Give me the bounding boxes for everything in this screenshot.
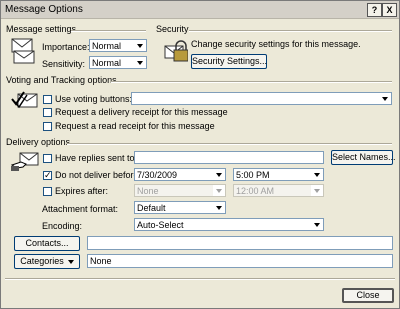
chevron-down-icon xyxy=(311,185,323,196)
voting-divider xyxy=(111,81,392,83)
delivery-divider xyxy=(67,143,392,145)
replies-checkbox[interactable] xyxy=(43,154,52,163)
attachment-format-value: Default xyxy=(137,203,166,213)
expires-date-value: None xyxy=(137,186,159,196)
padlock-envelope-icon xyxy=(164,37,189,63)
categories-value: None xyxy=(90,256,112,266)
voting-buttons-select[interactable] xyxy=(131,92,392,105)
categories-button[interactable]: Categories xyxy=(14,254,80,269)
read-receipt-label: Request a read receipt for this message xyxy=(55,121,215,131)
security-heading: Security xyxy=(156,24,189,34)
deliver-date-select[interactable]: 7/30/2009 xyxy=(134,168,226,181)
delivery-receipt-checkbox[interactable] xyxy=(43,108,52,117)
deliver-time-value: 5:00 PM xyxy=(236,170,270,180)
envelope-hand-icon xyxy=(10,151,39,173)
deliver-time-select[interactable]: 5:00 PM xyxy=(233,168,324,181)
importance-select[interactable]: Normal xyxy=(89,39,147,52)
chevron-down-icon xyxy=(134,40,146,51)
footer-divider xyxy=(5,278,395,280)
sensitivity-value: Normal xyxy=(92,58,122,68)
chevron-down-icon xyxy=(213,185,225,196)
chevron-down-icon xyxy=(213,202,225,213)
categories-button-label: Categories xyxy=(20,256,64,266)
expires-date-select[interactable]: None xyxy=(134,184,226,197)
message-options-dialog: Message Options ? X Message settings Imp… xyxy=(0,0,400,309)
contacts-input[interactable] xyxy=(87,236,393,250)
encoding-value: Auto-Select xyxy=(137,220,184,230)
read-receipt-checkbox[interactable] xyxy=(43,122,52,131)
envelope-stack-icon xyxy=(10,36,36,66)
sensitivity-select[interactable]: Normal xyxy=(89,56,147,69)
do-not-deliver-label: Do not deliver before: xyxy=(55,170,142,180)
chevron-down-icon xyxy=(311,169,323,180)
use-voting-checkbox[interactable] xyxy=(43,95,52,104)
delivery-receipt-label: Request a delivery receipt for this mess… xyxy=(55,107,228,117)
encoding-label: Encoding: xyxy=(42,221,83,231)
chevron-down-icon xyxy=(134,57,146,68)
close-button[interactable]: Close xyxy=(342,288,394,303)
title-bar: Message Options ? X xyxy=(1,1,399,19)
close-window-button[interactable]: X xyxy=(382,3,397,17)
expires-time-value: 12:00 AM xyxy=(236,186,275,196)
chevron-down-icon xyxy=(213,169,225,180)
message-settings-divider xyxy=(71,30,146,32)
attachment-format-select[interactable]: Default xyxy=(134,201,226,214)
attachment-format-label: Attachment format: xyxy=(42,204,119,214)
chevron-down-icon xyxy=(67,259,74,264)
checkmark-envelope-icon xyxy=(11,89,39,111)
importance-value: Normal xyxy=(92,41,122,51)
security-settings-button[interactable]: Security Settings... xyxy=(191,54,267,69)
encoding-select[interactable]: Auto-Select xyxy=(134,218,324,231)
replies-input[interactable] xyxy=(134,151,324,164)
importance-label: Importance: xyxy=(42,42,90,52)
do-not-deliver-checkbox[interactable] xyxy=(43,169,52,181)
deliver-date-value: 7/30/2009 xyxy=(137,170,178,180)
chevron-down-icon xyxy=(379,93,391,104)
use-voting-label: Use voting buttons: xyxy=(55,94,133,104)
security-divider xyxy=(189,30,392,32)
select-names-button[interactable]: Select Names... xyxy=(331,150,396,165)
window-title: Message Options xyxy=(5,4,83,15)
sensitivity-label: Sensitivity: xyxy=(42,59,86,69)
voting-heading: Voting and Tracking options xyxy=(6,75,117,85)
chevron-down-icon xyxy=(311,219,323,230)
expires-label: Expires after: xyxy=(55,186,109,196)
help-button[interactable]: ? xyxy=(367,3,382,17)
expires-checkbox[interactable] xyxy=(43,187,52,196)
security-description: Change security settings for this messag… xyxy=(191,39,361,49)
expires-time-select[interactable]: 12:00 AM xyxy=(233,184,324,197)
replies-label: Have replies sent to: xyxy=(55,153,138,163)
categories-input[interactable]: None xyxy=(87,254,393,268)
contacts-button[interactable]: Contacts... xyxy=(14,236,80,251)
delivery-heading: Delivery options xyxy=(6,137,71,147)
message-settings-heading: Message settings xyxy=(6,24,77,34)
